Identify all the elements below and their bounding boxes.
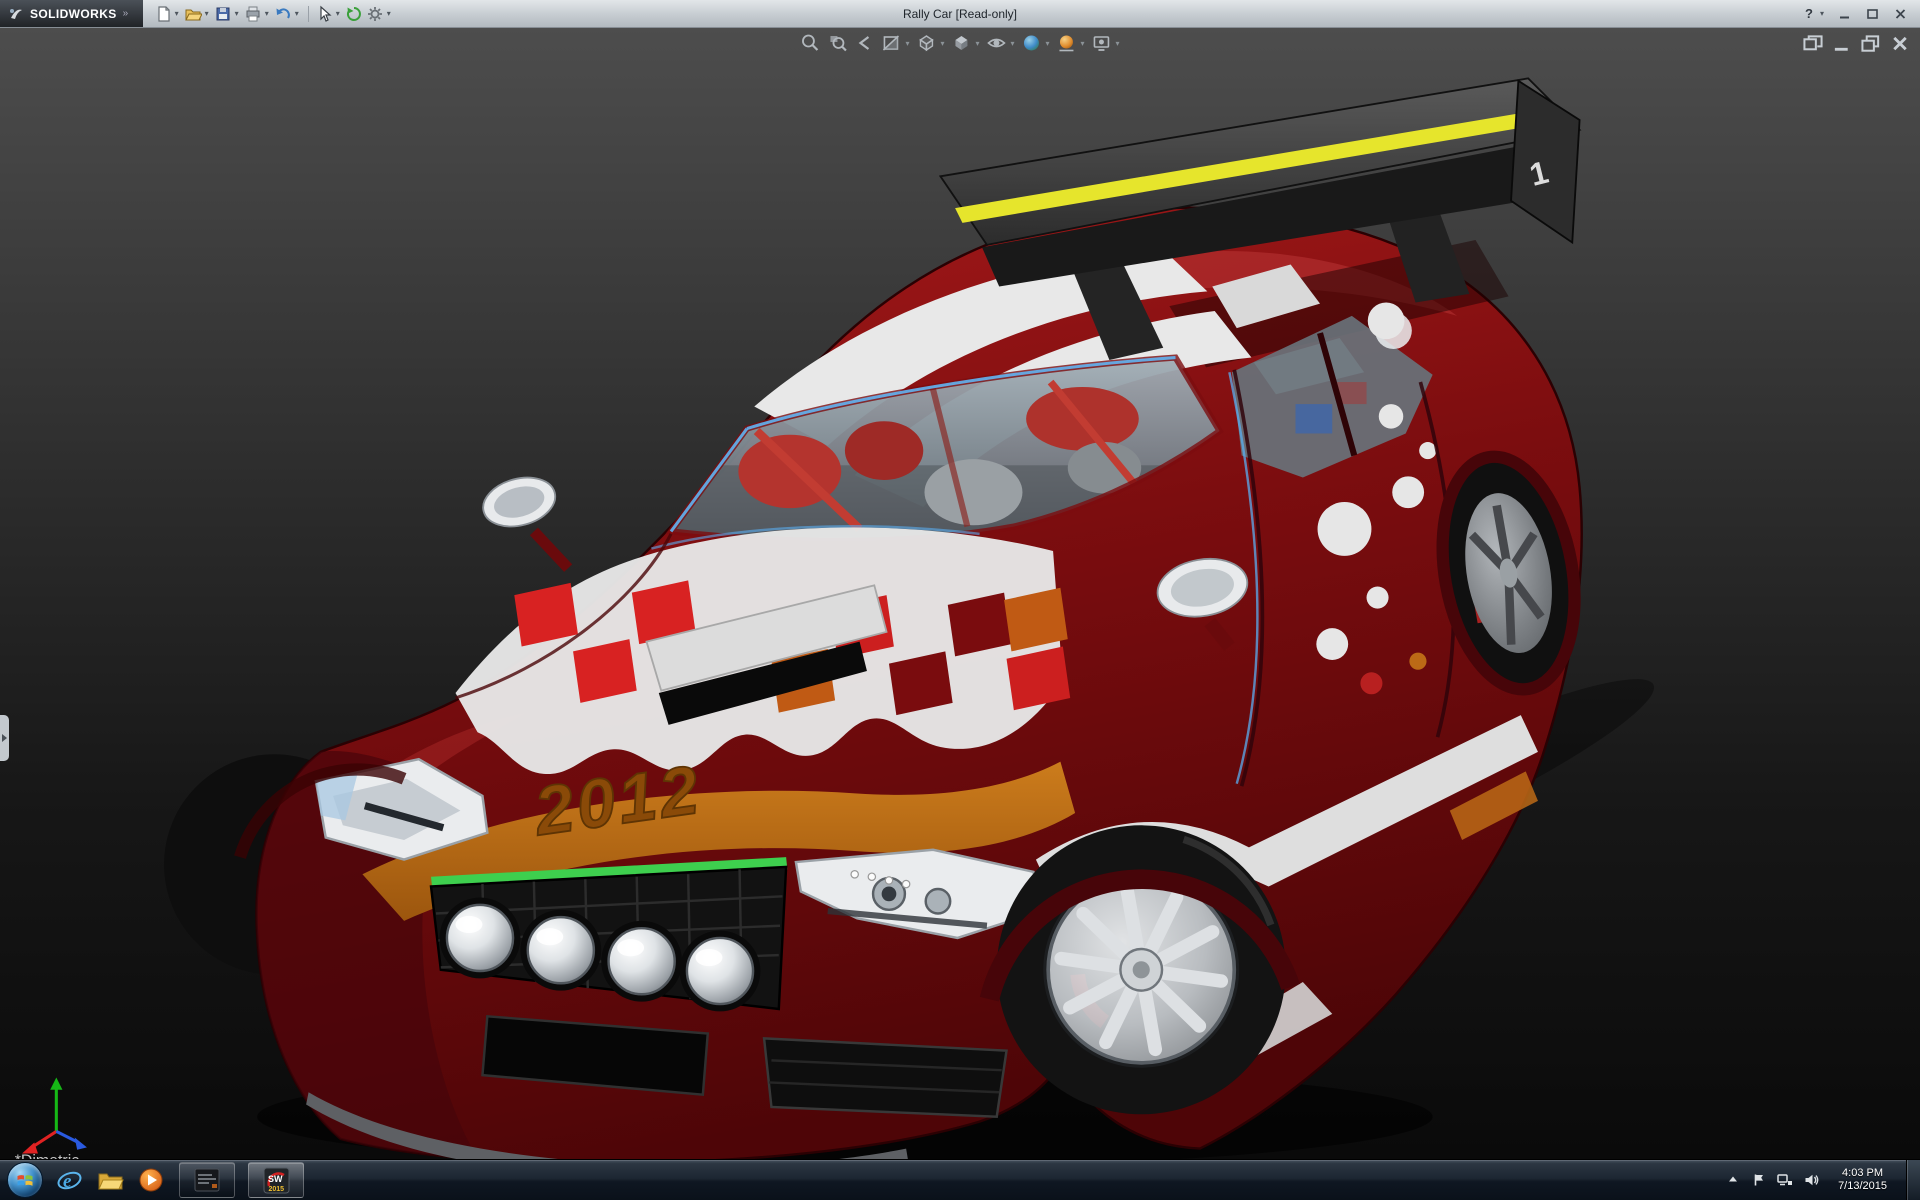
show-hidden-icons-button[interactable] xyxy=(1725,1172,1741,1188)
minimize-button[interactable] xyxy=(1832,5,1856,22)
hide-show-items-icon[interactable] xyxy=(986,33,1006,53)
open-button[interactable] xyxy=(183,3,204,24)
hood-livery xyxy=(456,526,1071,774)
caret-icon: ▾ xyxy=(940,39,944,48)
solidworks-window: 2012 xyxy=(0,0,1920,1200)
undo-button[interactable] xyxy=(273,3,294,24)
zoom-to-fit-icon[interactable] xyxy=(800,33,820,53)
save-button[interactable] xyxy=(213,3,234,24)
clock-time: 4:03 PM xyxy=(1838,1167,1887,1180)
graphics-area[interactable]: 2012 xyxy=(0,27,1920,1160)
solidworks-taskbar-button[interactable]: SW 2015 xyxy=(248,1162,304,1198)
network-icon[interactable] xyxy=(1777,1172,1793,1188)
caret-icon: ▾ xyxy=(265,9,269,18)
windows-explorer-icon[interactable] xyxy=(95,1165,125,1195)
doc-close-button[interactable] xyxy=(1890,36,1910,52)
menu-expand-arrow[interactable]: » xyxy=(123,8,129,19)
solidworks-logo-icon xyxy=(8,6,24,22)
toolbar-separator xyxy=(308,6,309,22)
feature-panel-collapsed-tab[interactable] xyxy=(0,715,9,761)
select-button[interactable] xyxy=(314,3,335,24)
caret-icon: ▾ xyxy=(295,9,299,18)
internet-explorer-icon[interactable]: e xyxy=(54,1165,84,1195)
caret-icon: ▾ xyxy=(1820,9,1824,18)
window-controls: ? ▾ xyxy=(1805,5,1920,22)
logo-text: SOLIDWORKS xyxy=(30,7,117,21)
doc-cascade-button[interactable] xyxy=(1803,36,1823,52)
caret-icon: ▾ xyxy=(975,39,979,48)
taskbar-clock[interactable]: 4:03 PM 7/13/2015 xyxy=(1829,1167,1896,1193)
caret-icon: ▾ xyxy=(336,9,340,18)
options-button[interactable] xyxy=(365,3,386,24)
taskbar-left: e xyxy=(0,1162,304,1198)
rebuild-button[interactable] xyxy=(344,3,365,24)
caret-icon: ▾ xyxy=(235,9,239,18)
document-window-controls xyxy=(1803,36,1910,52)
display-style-icon[interactable] xyxy=(951,33,971,53)
show-desktop-button[interactable] xyxy=(1906,1160,1920,1200)
solidworks-menu[interactable]: SOLIDWORKS » xyxy=(0,0,143,27)
previous-view-icon[interactable] xyxy=(854,33,874,53)
zoom-to-area-icon[interactable] xyxy=(827,33,847,53)
caret-icon: ▾ xyxy=(175,9,179,18)
edit-appearance-icon[interactable] xyxy=(1022,33,1042,53)
print-button[interactable] xyxy=(243,3,264,24)
app-thumbnail-icon xyxy=(194,1167,220,1193)
solidworks-app-icon: SW 2015 xyxy=(263,1167,290,1194)
doc-restore-button[interactable] xyxy=(1861,36,1881,52)
main-toolbar: ▾ ▾ ▾ ▾ ▾ ▾ ▾ xyxy=(153,3,395,24)
svg-text:SW: SW xyxy=(268,1174,283,1184)
volume-icon[interactable] xyxy=(1803,1172,1819,1188)
caret-icon: ▾ xyxy=(205,9,209,18)
caret-icon: ▾ xyxy=(1010,39,1014,48)
lower-intake xyxy=(764,1038,1006,1116)
maximize-button[interactable] xyxy=(1860,5,1884,22)
view-settings-icon[interactable] xyxy=(1092,33,1112,53)
view-orientation-icon[interactable] xyxy=(916,33,936,53)
caret-icon: ▾ xyxy=(905,39,909,48)
apply-scene-icon[interactable] xyxy=(1057,33,1077,53)
svg-text:2015: 2015 xyxy=(268,1186,284,1193)
clock-date: 7/13/2015 xyxy=(1838,1180,1887,1193)
title-bar: SOLIDWORKS » ▾ ▾ ▾ ▾ ▾ ▾ ▾ Rally Car [Re… xyxy=(0,0,1920,28)
caret-icon: ▾ xyxy=(387,9,391,18)
new-document-button[interactable] xyxy=(153,3,174,24)
svg-text:e: e xyxy=(63,1171,72,1192)
left-mirror xyxy=(478,470,568,568)
close-button[interactable] xyxy=(1888,5,1912,22)
heads-up-view-toolbar: ▾ ▾ ▾ ▾ ▾ ▾ ▾ xyxy=(800,33,1119,53)
action-center-icon[interactable] xyxy=(1751,1172,1767,1188)
media-player-icon[interactable] xyxy=(136,1165,166,1195)
help-button[interactable]: ? xyxy=(1805,6,1813,21)
doc-minimize-button[interactable] xyxy=(1832,36,1852,52)
caret-icon: ▾ xyxy=(1116,39,1120,48)
3d-viewport[interactable]: 2012 xyxy=(0,0,1920,1200)
windows-flag-icon xyxy=(16,1171,34,1189)
system-tray: 4:03 PM 7/13/2015 xyxy=(1725,1160,1920,1200)
caret-icon: ▾ xyxy=(1081,39,1085,48)
section-view-icon[interactable] xyxy=(881,33,901,53)
start-button[interactable] xyxy=(7,1162,43,1198)
caret-icon: ▾ xyxy=(1046,39,1050,48)
taskbar: e xyxy=(0,1159,1920,1200)
open-app-preview-button[interactable] xyxy=(179,1162,235,1198)
orientation-triad xyxy=(22,1078,87,1154)
